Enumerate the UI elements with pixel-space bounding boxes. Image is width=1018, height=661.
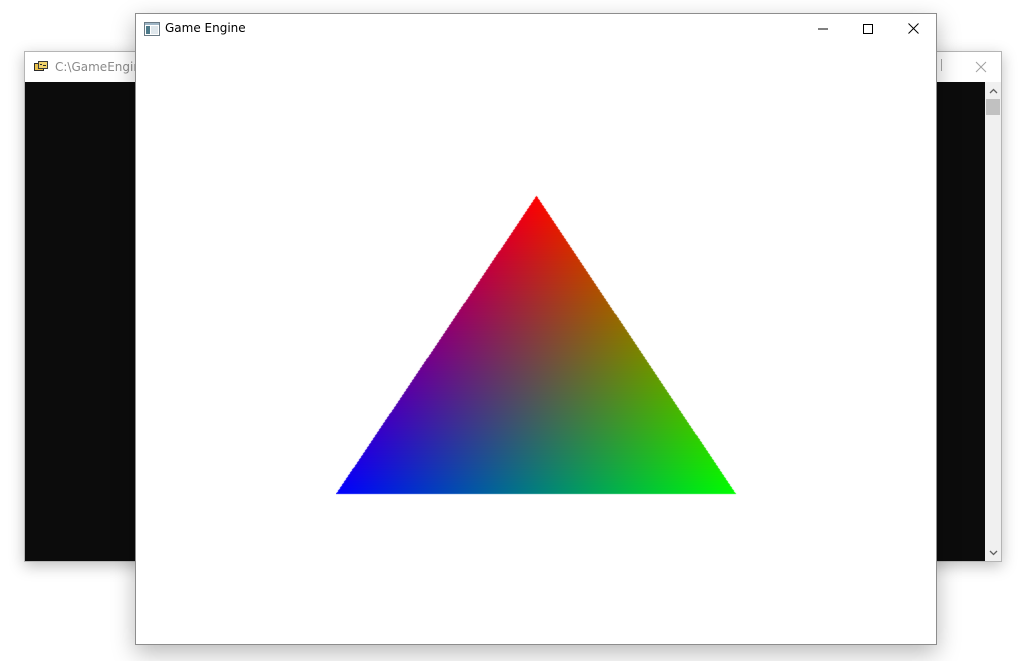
close-icon xyxy=(907,23,919,34)
rgb-triangle xyxy=(336,195,737,495)
minimize-icon xyxy=(818,28,828,29)
scroll-down-button[interactable] xyxy=(985,544,1001,561)
window-app-icon xyxy=(144,21,160,36)
chevron-down-icon xyxy=(989,550,997,555)
minimize-button[interactable] xyxy=(800,14,846,43)
render-viewport[interactable] xyxy=(136,44,936,644)
game-window-title: Game Engine xyxy=(165,21,246,35)
game-window-titlebar[interactable]: Game Engine xyxy=(136,14,936,44)
scroll-thumb[interactable] xyxy=(986,99,1000,115)
close-button[interactable] xyxy=(890,14,936,43)
console-app-icon xyxy=(33,59,49,75)
console-scrollbar[interactable] xyxy=(985,82,1001,561)
chevron-up-icon xyxy=(989,88,997,93)
game-engine-window[interactable]: Game Engine xyxy=(135,13,937,645)
console-close-button[interactable] xyxy=(971,57,991,77)
scroll-up-button[interactable] xyxy=(985,82,1001,99)
maximize-icon xyxy=(863,23,873,34)
maximize-button[interactable] xyxy=(845,14,891,43)
close-icon xyxy=(975,61,987,73)
